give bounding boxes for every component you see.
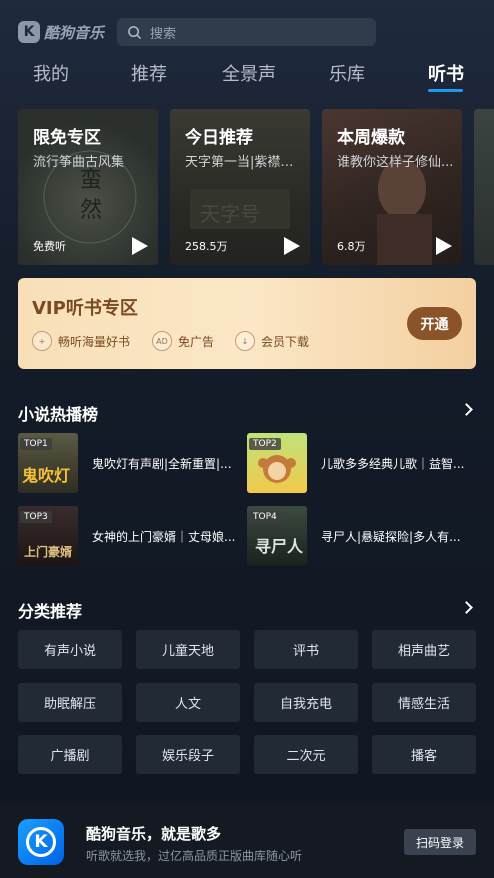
login-footer: K 酷狗音乐，就是歌多 听歌就选我，过亿高品质正版曲库随心听 扫码登录	[0, 805, 494, 878]
category-item[interactable]: 二次元	[254, 735, 358, 774]
category-item[interactable]: 娱乐段子	[136, 735, 240, 774]
search-placeholder: 搜索	[150, 26, 177, 42]
rank-item[interactable]: 寻尸人 TOP4 寻尸人|悬疑探险|多人有...	[247, 506, 477, 566]
category-item[interactable]: 有声小说	[18, 630, 122, 669]
card-subtitle: 天字第一当|紫襟领...	[185, 155, 303, 170]
search-input[interactable]: 搜索	[117, 18, 376, 46]
vip-feature-label: 免广告	[178, 334, 215, 349]
footer-subtitle: 听歌就选我，过亿高品质正版曲库随心听	[86, 849, 303, 863]
tab-panoramic[interactable]: 全景声	[222, 60, 276, 86]
rank-section-title: 小说热播榜	[18, 405, 99, 424]
svg-text:然: 然	[80, 198, 102, 223]
category-item[interactable]: 自我充电	[254, 683, 358, 722]
card-stat: 6.8万	[337, 240, 366, 253]
vip-feature: AD 免广告	[152, 331, 214, 351]
card-title: 限免专区	[33, 128, 101, 148]
vip-feature-label: 畅听海量好书	[58, 334, 131, 349]
rank-title: 鬼吹灯有声剧|全新重置|...	[92, 456, 232, 471]
play-icon[interactable]	[284, 237, 300, 255]
rank-cover: 上门豪婿 TOP3	[18, 506, 78, 566]
category-item[interactable]: 评书	[254, 630, 358, 669]
rank-title: 儿歌多多经典儿歌｜益智...	[321, 456, 465, 471]
vip-title: VIP听书专区	[32, 298, 138, 319]
search-icon	[128, 25, 141, 39]
download-icon: ↓	[235, 331, 255, 351]
ad-icon: AD	[152, 331, 172, 351]
rank-cover: 鬼吹灯 TOP1	[18, 433, 78, 493]
rank-badge: TOP1	[20, 438, 52, 450]
card-title: 今日推荐	[185, 128, 253, 148]
card-stat: 258.5万	[185, 240, 228, 253]
rank-title: 女神的上门豪婿｜丈母娘...	[92, 529, 236, 544]
rank-item[interactable]: TOP2 儿歌多多经典儿歌｜益智...	[247, 433, 477, 493]
rank-badge: TOP4	[249, 511, 281, 523]
logo-text: 酷狗音乐	[44, 23, 105, 42]
rank-title: 寻尸人|悬疑探险|多人有...	[321, 529, 461, 544]
card-title: 本周爆款	[337, 128, 405, 148]
rank-cover: TOP2	[247, 433, 307, 493]
category-item[interactable]: 相声曲艺	[372, 630, 476, 669]
rank-item[interactable]: 上门豪婿 TOP3 女神的上门豪婿｜丈母娘...	[18, 506, 248, 566]
svg-text:蛮: 蛮	[80, 168, 102, 193]
svg-text:寻尸人: 寻尸人	[255, 537, 304, 556]
header: K 酷狗音乐 搜索 我的 推荐 全景声 乐库 听书	[0, 0, 494, 100]
kugou-logo-icon: K	[26, 827, 56, 857]
active-tab-indicator	[428, 89, 463, 92]
card-subtitle: 谁教你这样子修仙...	[337, 155, 454, 170]
rank-badge: TOP2	[249, 438, 281, 450]
app-logo[interactable]: K 酷狗音乐	[18, 21, 104, 43]
card-today-pick[interactable]: 天字号 今日推荐 天字第一当|紫襟领... 258.5万	[170, 109, 310, 265]
svg-text:鬼吹灯: 鬼吹灯	[22, 466, 70, 485]
vip-banner[interactable]: VIP听书专区 + 畅听海量好书 AD 免广告 ↓ 会员下载 开通	[18, 278, 476, 369]
card-stat: 免费听	[33, 240, 66, 253]
card-free-zone[interactable]: 蛮 然 限免专区 流行筝曲古风集 免费听	[18, 109, 158, 265]
category-section-title: 分类推荐	[18, 602, 83, 621]
footer-title: 酷狗音乐，就是歌多	[86, 825, 222, 843]
tab-recommend[interactable]: 推荐	[131, 60, 167, 86]
vip-feature-label: 会员下载	[261, 334, 310, 349]
category-item[interactable]: 人文	[136, 683, 240, 722]
category-item[interactable]: 广播剧	[18, 735, 122, 774]
category-item[interactable]: 助眠解压	[18, 683, 122, 722]
chevron-right-icon[interactable]	[460, 601, 473, 614]
play-icon[interactable]	[132, 237, 148, 255]
category-item[interactable]: 情感生活	[372, 683, 476, 722]
vip-open-button[interactable]: 开通	[407, 307, 462, 340]
featured-cards: 蛮 然 限免专区 流行筝曲古风集 免费听 天字号 今日推荐 天字第一当|紫襟领.…	[18, 109, 494, 265]
scan-login-button[interactable]: 扫码登录	[404, 829, 476, 855]
tab-bar: 我的 推荐 全景声 乐库 听书	[0, 60, 494, 92]
book-icon: +	[32, 331, 52, 351]
category-item[interactable]: 播客	[372, 735, 476, 774]
vip-feature: + 畅听海量好书	[32, 331, 130, 351]
vip-feature: ↓ 会员下载	[235, 331, 309, 351]
rank-cover: 寻尸人 TOP4	[247, 506, 307, 566]
rank-badge: TOP3	[20, 511, 52, 523]
app-icon: K	[18, 819, 64, 865]
tab-audiobook[interactable]: 听书	[428, 60, 464, 86]
category-item[interactable]: 儿童天地	[136, 630, 240, 669]
card-subtitle: 流行筝曲古风集	[33, 155, 125, 170]
logo-icon: K	[18, 21, 40, 43]
tab-library[interactable]: 乐库	[329, 60, 365, 86]
tab-mine[interactable]: 我的	[33, 60, 69, 86]
card-partial[interactable]	[474, 109, 494, 265]
svg-text:上门豪婿: 上门豪婿	[24, 544, 72, 559]
chevron-right-icon[interactable]	[460, 403, 473, 416]
card-weekly-hit[interactable]: 本周爆款 谁教你这样子修仙... 6.8万	[322, 109, 462, 265]
play-icon[interactable]	[436, 237, 452, 255]
rank-item[interactable]: 鬼吹灯 TOP1 鬼吹灯有声剧|全新重置|...	[18, 433, 248, 493]
svg-text:天字号: 天字号	[200, 202, 260, 226]
